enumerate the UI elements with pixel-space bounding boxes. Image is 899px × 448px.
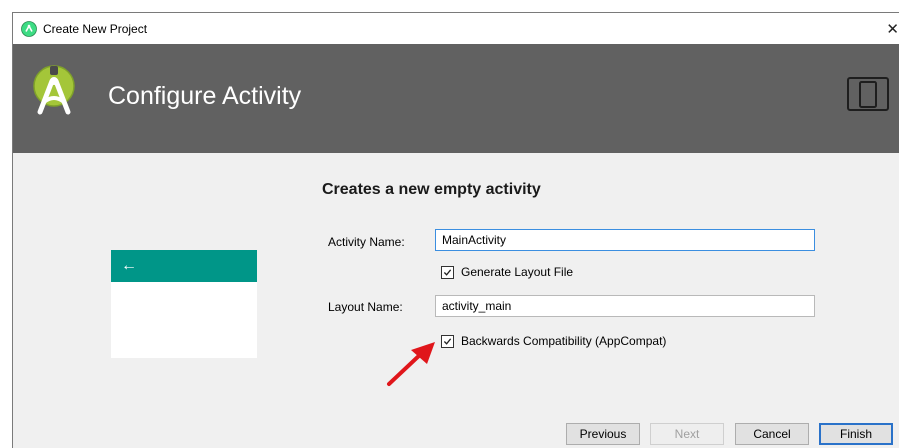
page-title: Configure Activity xyxy=(108,82,302,110)
activity-name-input[interactable] xyxy=(435,229,815,251)
preview-appbar: ← xyxy=(111,250,257,282)
android-studio-small-icon xyxy=(21,20,37,37)
backwards-compat-label: Backwards Compatibility (AppCompat) xyxy=(461,334,667,348)
next-button[interactable]: Next xyxy=(650,423,724,445)
activity-name-label: Activity Name: xyxy=(328,235,405,249)
finish-button[interactable]: Finish xyxy=(819,423,893,445)
wizard-header: Configure Activity xyxy=(13,44,899,153)
create-project-window: Create New Project ✕ Configure Activity … xyxy=(12,12,899,448)
close-icon[interactable]: ✕ xyxy=(885,13,899,44)
previous-button[interactable]: Previous xyxy=(566,423,640,445)
phone-tablet-icon xyxy=(847,77,889,111)
wizard-content: Creates a new empty activity ← Activity … xyxy=(13,153,899,448)
back-arrow-icon: ← xyxy=(121,257,137,274)
section-title: Creates a new empty activity xyxy=(322,181,541,198)
backwards-compat-row[interactable]: Backwards Compatibility (AppCompat) xyxy=(441,334,666,348)
cancel-button[interactable]: Cancel xyxy=(735,423,809,445)
android-studio-icon xyxy=(30,64,78,120)
backwards-compat-checkbox[interactable] xyxy=(441,334,454,348)
window-title: Create New Project xyxy=(43,21,148,36)
layout-name-input[interactable] xyxy=(435,295,815,317)
title-bar: Create New Project ✕ xyxy=(13,13,899,44)
layout-name-label: Layout Name: xyxy=(328,300,403,314)
generate-layout-checkbox[interactable] xyxy=(441,265,454,279)
activity-preview: ← xyxy=(111,250,257,358)
generate-layout-label: Generate Layout File xyxy=(461,265,574,279)
generate-layout-row[interactable]: Generate Layout File xyxy=(441,265,573,279)
red-annotation-arrow-icon xyxy=(385,340,437,388)
